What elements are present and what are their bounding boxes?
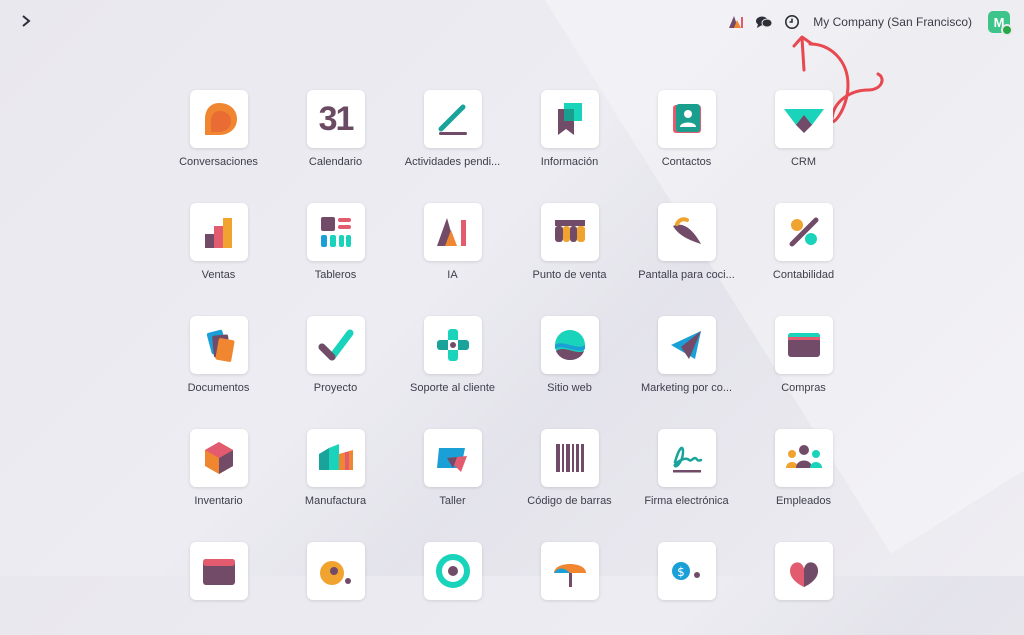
- app-label: Calendario: [308, 156, 363, 168]
- app-compras[interactable]: Compras: [745, 316, 862, 409]
- app-label: Punto de venta: [532, 269, 607, 281]
- app-manufactura[interactable]: Manufactura: [277, 429, 394, 522]
- app-codigo-barras[interactable]: Código de barras: [511, 429, 628, 522]
- pos-icon: [540, 203, 599, 261]
- email-marketing-icon: [657, 316, 716, 374]
- sign-icon: [657, 429, 716, 487]
- company-switcher[interactable]: My Company (San Francisco): [813, 15, 972, 29]
- app-row5-3[interactable]: [394, 542, 511, 635]
- online-status-dot: [1001, 24, 1013, 36]
- app-row5-2[interactable]: [277, 542, 394, 635]
- employees-icon: [774, 429, 833, 487]
- app-icon-r5c1: [189, 542, 248, 600]
- app-grid: Conversaciones 31 Calendario Actividades…: [160, 90, 864, 635]
- app-inventario[interactable]: Inventario: [160, 429, 277, 522]
- contacts-icon: [657, 90, 716, 148]
- app-ia[interactable]: IA: [394, 203, 511, 296]
- app-label: Inventario: [194, 495, 243, 507]
- app-icon-r5c2: [306, 542, 365, 600]
- manufacturing-icon: [306, 429, 365, 487]
- systray: My Company (San Francisco) M: [727, 10, 1013, 36]
- app-label: Contactos: [661, 156, 712, 168]
- app-informacion[interactable]: Información: [511, 90, 628, 183]
- app-label: Contabilidad: [772, 269, 835, 281]
- app-label: Proyecto: [313, 382, 358, 394]
- app-label: Código de barras: [527, 495, 612, 507]
- app-label: Ventas: [201, 269, 236, 281]
- app-row5-4[interactable]: [511, 542, 628, 635]
- app-label: IA: [447, 269, 458, 281]
- app-proyecto[interactable]: Proyecto: [277, 316, 394, 409]
- app-label: Empleados: [775, 495, 832, 507]
- app-conversaciones[interactable]: Conversaciones: [160, 90, 277, 183]
- app-tableros[interactable]: Tableros: [277, 203, 394, 296]
- user-avatar[interactable]: M: [988, 11, 1013, 36]
- knowledge-icon: [540, 90, 599, 148]
- app-label: Tableros: [314, 269, 357, 281]
- app-icon-r5c5: $: [657, 542, 716, 600]
- project-icon: [306, 316, 365, 374]
- app-contactos[interactable]: Contactos: [628, 90, 745, 183]
- app-row5-1[interactable]: [160, 542, 277, 635]
- app-label: Información: [540, 156, 599, 168]
- app-soporte[interactable]: Soporte al cliente: [394, 316, 511, 409]
- app-documentos[interactable]: Documentos: [160, 316, 277, 409]
- ai-app-icon: [423, 203, 482, 261]
- documents-icon: [189, 316, 248, 374]
- app-label: Taller: [439, 495, 466, 507]
- app-label: Soporte al cliente: [410, 382, 495, 394]
- app-row5-6[interactable]: [745, 542, 862, 635]
- app-label: Conversaciones: [179, 156, 258, 168]
- barcode-icon: [540, 429, 599, 487]
- crm-icon: [774, 90, 833, 148]
- accounting-icon: [774, 203, 833, 261]
- app-pantalla-cocina[interactable]: Pantalla para coci...: [628, 203, 745, 296]
- app-sitio-web[interactable]: Sitio web: [511, 316, 628, 409]
- calendar-icon: 31: [306, 90, 365, 148]
- app-icon-r5c6: [774, 542, 833, 600]
- app-calendario[interactable]: 31 Calendario: [277, 90, 394, 183]
- svg-text:$: $: [677, 565, 685, 579]
- app-empleados[interactable]: Empleados: [745, 429, 862, 522]
- app-ventas[interactable]: Ventas: [160, 203, 277, 296]
- inventory-icon: [189, 429, 248, 487]
- app-icon-r5c4: [540, 542, 599, 600]
- expand-menu-icon[interactable]: [16, 12, 36, 32]
- clock-icon[interactable]: [783, 13, 801, 31]
- app-marketing[interactable]: Marketing por co...: [628, 316, 745, 409]
- app-label: Marketing por co...: [640, 382, 733, 394]
- repair-icon: [423, 429, 482, 487]
- app-label: Firma electrónica: [644, 495, 729, 507]
- website-icon: [540, 316, 599, 374]
- ai-icon[interactable]: [727, 13, 745, 31]
- app-crm[interactable]: CRM: [745, 90, 862, 183]
- app-firma[interactable]: Firma electrónica: [628, 429, 745, 522]
- app-icon-r5c3: [423, 542, 482, 600]
- app-label: Actividades pendi...: [404, 156, 501, 168]
- discuss-icon: [189, 90, 248, 148]
- app-label: Documentos: [187, 382, 250, 394]
- dashboards-icon: [306, 203, 365, 261]
- app-label: Sitio web: [547, 382, 592, 394]
- todo-icon: [423, 90, 482, 148]
- purchase-icon: [774, 316, 833, 374]
- app-taller[interactable]: Taller: [394, 429, 511, 522]
- app-row5-5[interactable]: $: [628, 542, 745, 635]
- helpdesk-icon: [423, 316, 482, 374]
- app-label: Compras: [781, 382, 826, 394]
- app-actividades[interactable]: Actividades pendi...: [394, 90, 511, 183]
- app-label: CRM: [790, 156, 817, 168]
- app-label: Manufactura: [304, 495, 367, 507]
- calendar-glyph: 31: [318, 99, 355, 138]
- app-punto-de-venta[interactable]: Punto de venta: [511, 203, 628, 296]
- app-contabilidad[interactable]: Contabilidad: [745, 203, 862, 296]
- chat-icon[interactable]: [755, 13, 773, 31]
- sales-icon: [189, 203, 248, 261]
- kitchen-display-icon: [657, 203, 716, 261]
- app-label: Pantalla para coci...: [638, 269, 735, 281]
- top-bar: My Company (San Francisco) M: [0, 0, 1024, 44]
